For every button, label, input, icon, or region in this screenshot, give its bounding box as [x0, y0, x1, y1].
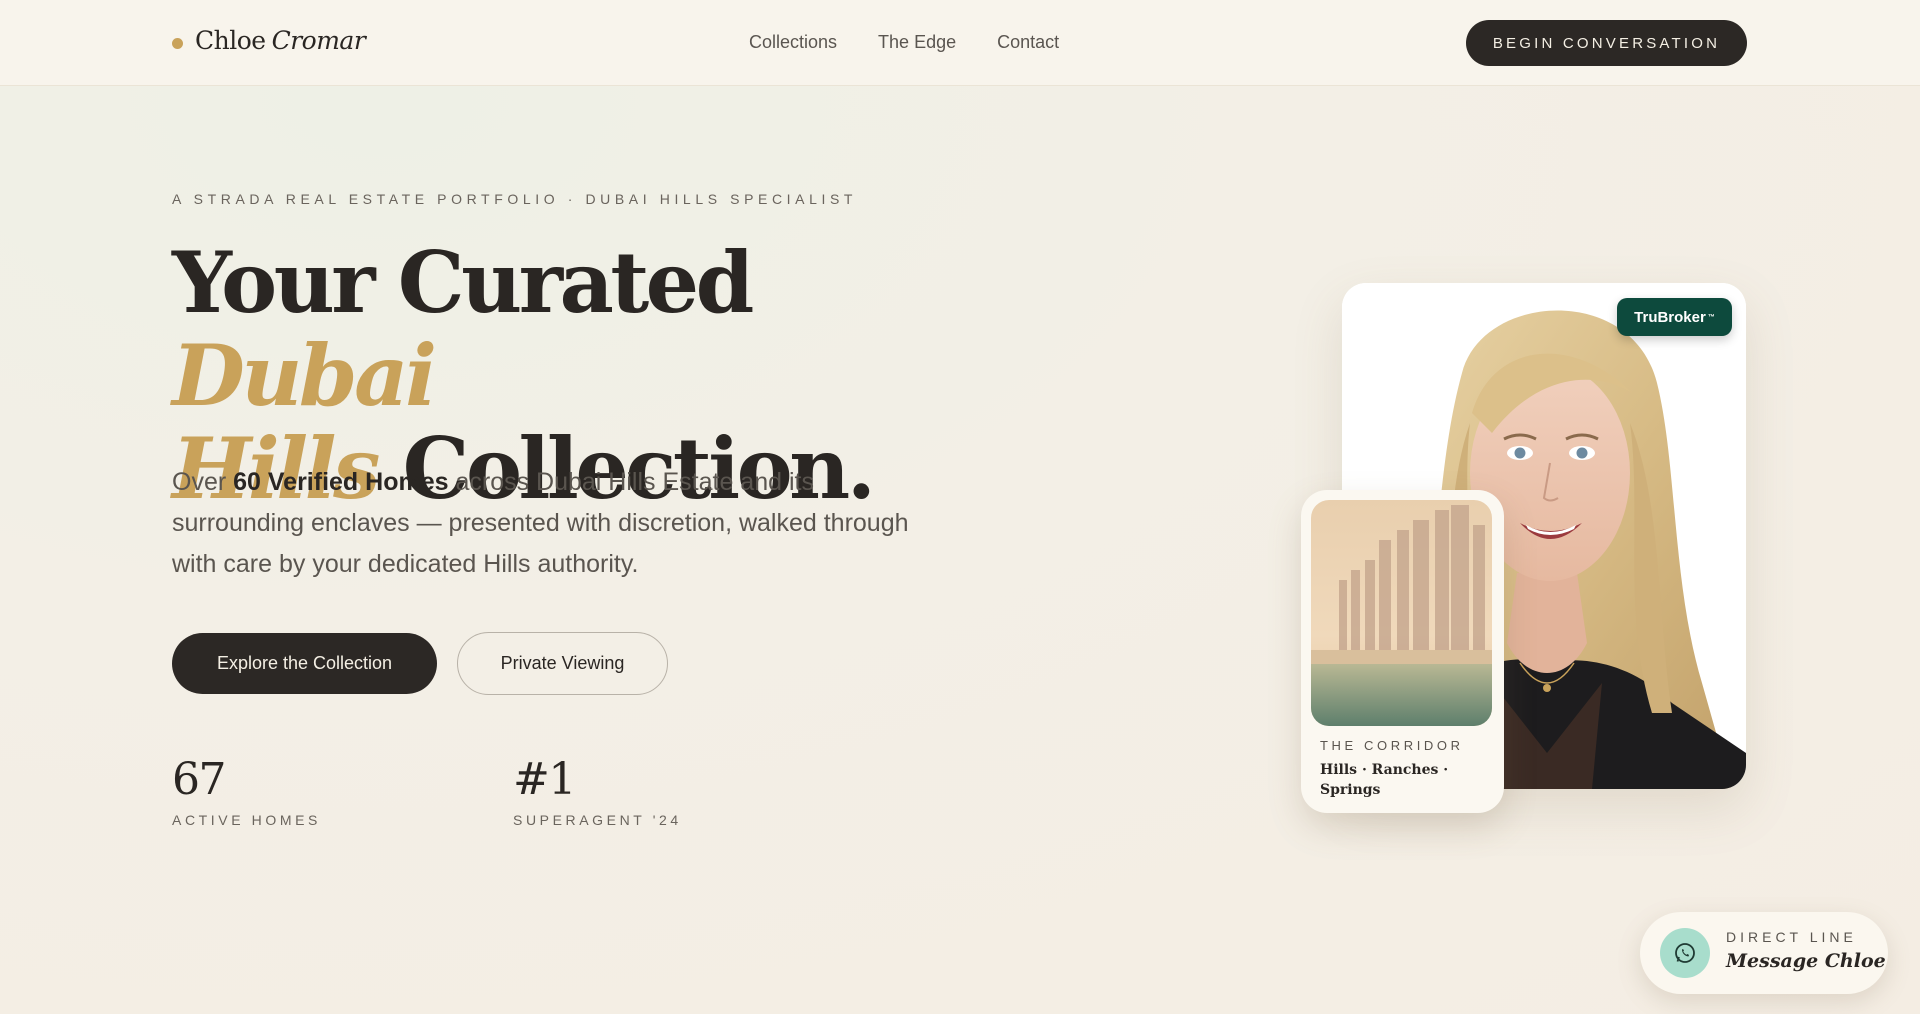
logo-first-name: Chloe [195, 26, 266, 55]
nav-link-contact[interactable]: Contact [997, 32, 1059, 53]
explore-collection-button[interactable]: Explore the Collection [172, 633, 437, 694]
trubroker-badge: TruBroker ™ [1617, 298, 1732, 336]
direct-line-label: DIRECT LINE [1726, 929, 1857, 945]
headline-text-1: Your Curated [172, 233, 754, 332]
main-nav: Collections The Edge Contact [749, 32, 1059, 53]
corridor-title: Hills · Ranches · Springs [1320, 762, 1449, 798]
begin-conversation-button[interactable]: BEGIN CONVERSATION [1466, 20, 1747, 66]
stat-value: 67 [172, 754, 227, 805]
message-chloe-button[interactable]: DIRECT LINE Message Chloe [1640, 912, 1888, 994]
corridor-label: THE CORRIDOR [1320, 738, 1464, 753]
nav-link-the-edge[interactable]: The Edge [878, 32, 956, 53]
headline-gold-1: Dubai [172, 326, 437, 425]
lede-highlight: 60 Verified Homes [233, 468, 449, 496]
logo-dot [172, 38, 183, 49]
dubai-skyline-illustration [1311, 500, 1492, 726]
logo-last-name: Cromar [271, 26, 366, 55]
nav-link-collections[interactable]: Collections [749, 32, 837, 53]
stat-label: SUPERAGENT '24 [513, 812, 682, 828]
whatsapp-icon [1660, 928, 1710, 978]
badge-trademark: ™ [1707, 313, 1715, 321]
stat-superagent: #1 SUPERAGENT '24 [513, 754, 682, 828]
private-viewing-button[interactable]: Private Viewing [457, 632, 668, 695]
badge-text: TruBroker [1634, 308, 1706, 326]
stat-active-homes: 67 ACTIVE HOMES [172, 754, 321, 828]
stat-value: #1 [513, 754, 576, 805]
dubai-skyline-image [1311, 500, 1492, 726]
lede-prefix: Over [172, 468, 234, 496]
corridor-card[interactable]: THE CORRIDOR Hills · Ranches · Springs [1301, 490, 1504, 813]
message-chloe-label: Message Chloe [1726, 950, 1886, 972]
hero-eyebrow: A STRADA REAL ESTATE PORTFOLIO · DUBAI H… [172, 191, 858, 207]
logo[interactable]: Chloe Cromar [172, 26, 366, 55]
site-header: Chloe Cromar Collections The Edge Contac… [0, 0, 1920, 86]
stat-label: ACTIVE HOMES [172, 812, 321, 828]
hero-description: Over 60 Verified Homes across Dubai Hill… [172, 462, 912, 585]
